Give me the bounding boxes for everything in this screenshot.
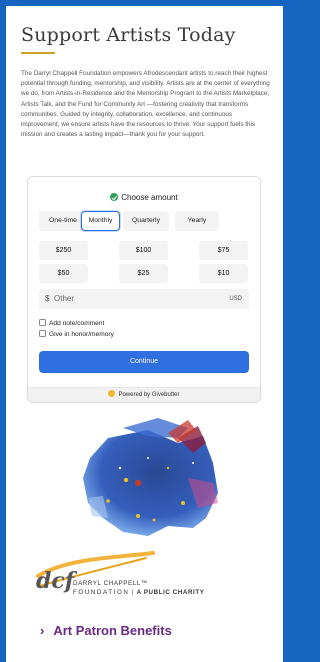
tab-monthly[interactable]: Monthly: [81, 211, 120, 231]
logo-foundation-text: FOUNDATION: [73, 589, 130, 596]
artwork-image: dcf: [36, 418, 218, 594]
honor-memory-checkbox[interactable]: Give in honor/memory: [39, 330, 114, 339]
checkbox-box[interactable]: [39, 330, 46, 337]
title-underline: [21, 52, 55, 54]
amount-100-button[interactable]: $100: [119, 241, 168, 260]
tab-quarterly[interactable]: Quarterly: [123, 211, 169, 231]
other-amount-input[interactable]: $ Other USD: [39, 289, 249, 309]
tab-yearly[interactable]: Yearly: [175, 211, 219, 231]
logo-foundation: FOUNDATION | A PUBLIC CHARITY: [73, 589, 204, 596]
add-note-checkbox[interactable]: Add note/comment: [39, 319, 104, 328]
art-patron-benefits-link[interactable]: › Art Patron Benefits: [40, 623, 172, 638]
choose-amount-heading: Choose amount: [28, 193, 260, 202]
logo-monogram: dcf: [36, 568, 78, 594]
powered-by-footer[interactable]: Powered by Givebutter: [28, 387, 260, 402]
logo-tagline: A PUBLIC CHARITY: [136, 589, 205, 596]
logo-name-text: DARRYL CHAPPELL: [73, 580, 141, 587]
amount-25-button[interactable]: $25: [119, 264, 168, 283]
amount-250-button[interactable]: $250: [39, 241, 88, 260]
currency-code: USD: [229, 295, 242, 302]
currency-symbol: $: [45, 294, 50, 303]
logo-separator: |: [131, 589, 135, 596]
amount-75-button[interactable]: $75: [199, 241, 248, 260]
honor-memory-label: Give in honor/memory: [49, 331, 114, 338]
choose-amount-label: Choose amount: [121, 193, 178, 202]
art-patron-benefits-label: Art Patron Benefits: [53, 623, 172, 638]
frequency-tabs: One-time Monthly Quarterly Yearly: [39, 211, 249, 231]
continue-button[interactable]: Continue: [39, 351, 249, 373]
logo-trademark: ™: [140, 580, 148, 587]
donation-widget: Choose amount One-time Monthly Quarterly…: [27, 176, 261, 403]
givebutter-icon: [108, 390, 116, 397]
amount-50-button[interactable]: $50: [39, 264, 88, 283]
logo-name: DARRYL CHAPPELL™: [73, 580, 148, 587]
page-title: Support Artists Today: [21, 24, 236, 46]
shield-check-icon: [110, 193, 119, 201]
chevron-right-icon: ›: [40, 623, 45, 638]
add-note-label: Add note/comment: [49, 320, 105, 327]
powered-by-label: Powered by Givebutter: [118, 392, 180, 398]
other-amount-placeholder: Other: [54, 294, 75, 303]
checkbox-box[interactable]: [39, 319, 46, 326]
intro-paragraph: The Darryl Chappell Foundation empowers …: [21, 70, 270, 139]
amount-10-button[interactable]: $10: [199, 264, 248, 283]
tab-one-time[interactable]: One-time: [39, 211, 87, 231]
